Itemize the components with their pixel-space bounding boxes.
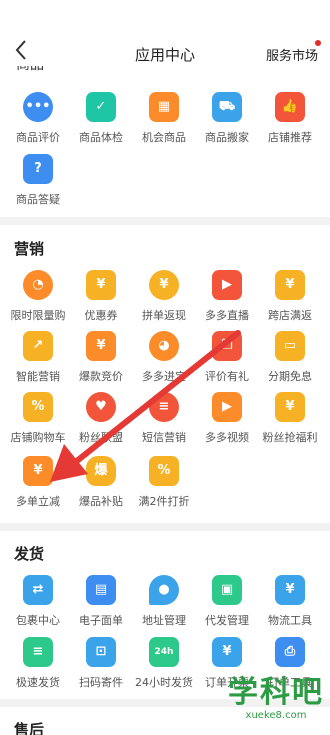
heart-icon: ♥ — [86, 392, 116, 422]
trend-chart-icon: ↗ — [23, 331, 53, 361]
pig-icon: ◕ — [149, 331, 179, 361]
grid-search-icon: ▦ — [149, 92, 179, 122]
service-market-link[interactable]: 服务市场 — [266, 45, 318, 64]
credit-card-icon: ▭ — [275, 331, 305, 361]
printer-icon: ⎙ — [275, 637, 305, 667]
fast-list-icon: ≡ — [23, 637, 53, 667]
app-item-cross-store-rebate[interactable]: ¥ 跨店满返 — [257, 270, 323, 330]
scan-box-icon: ⊡ — [86, 637, 116, 667]
app-item-installment[interactable]: ▭ 分期免息 — [257, 331, 323, 391]
app-item-logistics-tools[interactable]: ¥ 物流工具 — [257, 575, 323, 635]
clock-icon: ◔ — [23, 270, 53, 300]
truck-icon: ⛟ — [212, 92, 242, 122]
waybill-icon: ▤ — [86, 575, 116, 605]
money-bag-icon: 爆 — [86, 456, 116, 486]
location-pin-icon: ● — [149, 575, 179, 605]
app-item-fan-welfare[interactable]: ¥ 粉丝抢福利 — [257, 392, 323, 452]
package-swap-icon: ⇄ — [23, 575, 53, 605]
app-item-two-piece-discount[interactable]: % 满2件打折 — [131, 456, 197, 516]
app-item-product-qa[interactable]: ? 商品答疑 — [5, 154, 71, 214]
section-goods: ••• 商品评价 ✓ 商品体检 ▦ 机会商品 ⛟ 商品搬家 👍 店铺推荐 ? 商… — [0, 72, 330, 217]
app-item-store-recommend[interactable]: 👍 店铺推荐 — [257, 92, 323, 152]
message-icon: ≡ — [149, 392, 179, 422]
cart-percent-icon: % — [23, 392, 53, 422]
top-bar: 应用中心 服务市场 商品 — [0, 0, 330, 72]
bag-percent-icon: % — [149, 456, 179, 486]
24h-truck-icon: 24h — [149, 637, 179, 667]
truck-yuan-icon: ¥ — [275, 575, 305, 605]
stacked-discount-icon: ¥ — [23, 456, 53, 486]
question-chat-icon: ? — [23, 154, 53, 184]
box-icon: ▣ — [212, 575, 242, 605]
section-title: 营销 — [14, 240, 45, 258]
partial-section-title: 商品 — [16, 66, 44, 72]
chat-bubble-icon: ••• — [23, 92, 53, 122]
video-play-icon: ▶ — [212, 270, 242, 300]
red-envelope-icon: ¥ — [275, 392, 305, 422]
coin-cycle-icon: ¥ — [149, 270, 179, 300]
section-shipping: 发货 ⇄ 包裹中心 ▤ 电子面单 ● 地址管理 ▣ 代发管理 ¥ 物流工具 ≡ … — [0, 531, 330, 699]
section-title: 发货 — [14, 545, 45, 563]
house-yuan-icon: ¥ — [275, 270, 305, 300]
tv-icon: ▶ — [212, 392, 242, 422]
coupon-icon: ¥ — [86, 270, 116, 300]
shopping-bag-check-icon: ✓ — [86, 92, 116, 122]
thumbs-up-icon: 👍 — [275, 92, 305, 122]
gift-box-icon: ❒ — [212, 331, 242, 361]
section-marketing: 营销 ◔ 限时限量购 ¥ 优惠券 ¥ 拼单返现 ▶ 多多直播 ¥ 跨店满返 ↗ … — [0, 225, 330, 523]
notification-dot — [315, 40, 321, 46]
receipt-icon: ¥ — [212, 637, 242, 667]
section-title: 售后 — [14, 721, 45, 735]
gift-yuan-icon: ¥ — [86, 331, 116, 361]
watermark: 学科吧 xueke8.com — [228, 675, 324, 722]
